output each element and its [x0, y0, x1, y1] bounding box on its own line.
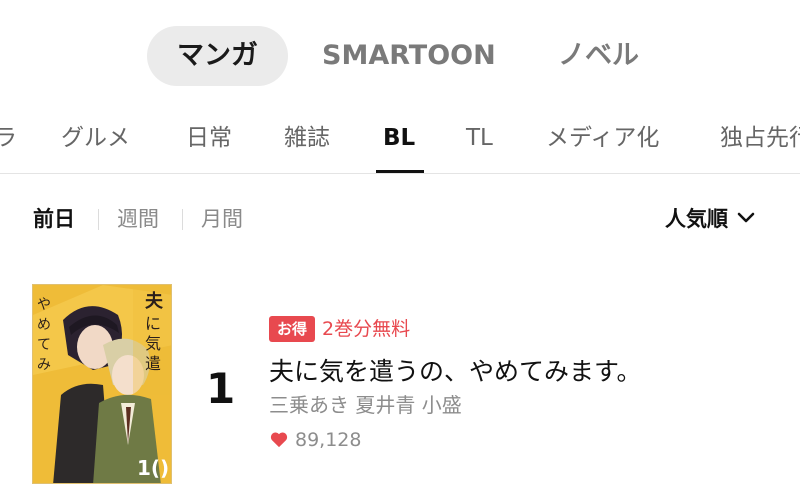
tab-novel[interactable]: ノベル	[558, 26, 639, 86]
sort-label: 人気順	[665, 207, 728, 231]
genre-tab-gourmet[interactable]: グルメ	[61, 102, 130, 173]
promo-text: 2巻分無料	[322, 318, 411, 340]
period-filter-row: 前日 週間 月間 人気順	[0, 196, 800, 242]
sort-dropdown[interactable]: 人気順	[665, 196, 756, 242]
divider	[182, 209, 183, 230]
genre-tabs: ラ グルメ 日常 雑誌 BL TL メディア化 独占先行	[0, 102, 800, 174]
tab-smartoon[interactable]: SMARTOON	[322, 26, 496, 86]
svg-text:夫: 夫	[145, 290, 164, 312]
likes-count: 89,128	[269, 429, 361, 451]
genre-tab-magazine[interactable]: 雑誌	[284, 102, 330, 173]
heart-icon	[270, 432, 288, 448]
active-tab-underline	[376, 170, 424, 173]
item-authors: 三乗あき 夏井青 小盛	[269, 393, 462, 417]
svg-text:気: 気	[145, 334, 161, 353]
content-type-tabs: マンガ SMARTOON ノベル	[0, 26, 800, 86]
tab-manga[interactable]: マンガ	[147, 26, 288, 86]
rank-number: 1	[206, 364, 236, 413]
genre-tab-partial[interactable]: ラ	[0, 102, 17, 173]
genre-tab-daily[interactable]: 日常	[186, 102, 232, 173]
likes-value: 89,128	[295, 429, 362, 451]
genre-tab-media[interactable]: メディア化	[546, 102, 659, 173]
svg-text:み: み	[37, 357, 51, 373]
svg-text:1(): 1()	[137, 456, 169, 480]
svg-text:め: め	[37, 317, 51, 333]
item-title[interactable]: 夫に気を遣うの、やめてみます。	[269, 352, 642, 388]
genre-tab-exclusive[interactable]: 独占先行	[720, 102, 800, 173]
cover-art: 夫 に 気 遣 や め て み 1()	[33, 285, 171, 483]
svg-text:や: や	[37, 297, 51, 313]
svg-text:遣: 遣	[145, 354, 161, 373]
svg-text:に: に	[145, 314, 161, 333]
period-monthly[interactable]: 月間	[201, 196, 243, 242]
ranking-page: マンガ SMARTOON ノベル ラ グルメ 日常 雑誌 BL TL メディア化…	[0, 0, 800, 504]
genre-tab-tl[interactable]: TL	[466, 102, 493, 173]
deal-badge: お得	[269, 316, 316, 342]
genre-tab-bl[interactable]: BL	[383, 102, 415, 173]
chevron-down-icon	[737, 212, 755, 223]
divider	[98, 209, 99, 230]
cover-image[interactable]: 夫 に 気 遣 や め て み 1()	[32, 284, 172, 484]
period-daily[interactable]: 前日	[33, 196, 75, 242]
period-weekly[interactable]: 週間	[117, 196, 159, 242]
ranking-item[interactable]: 夫 に 気 遣 や め て み 1() 1 お得 2巻分無料 夫に気を遣うの、や…	[0, 284, 800, 504]
svg-text:て: て	[37, 337, 51, 353]
